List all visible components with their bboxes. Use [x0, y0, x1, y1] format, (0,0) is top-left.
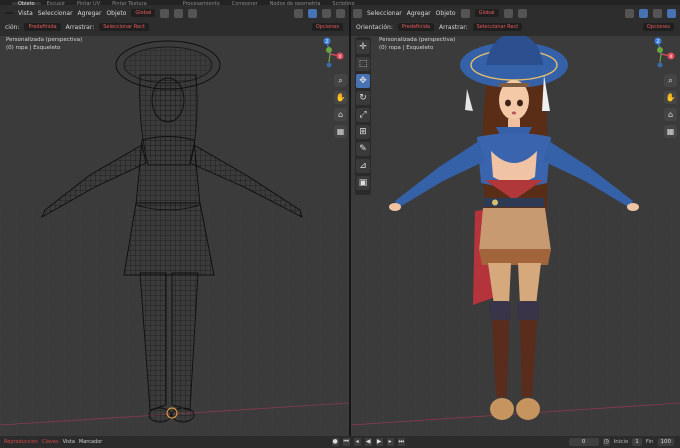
right-menu-seleccionar[interactable]: Seleccionar — [367, 10, 402, 17]
left-orientation-dropdown[interactable]: Predefinida — [24, 23, 61, 31]
end-label: Fin — [645, 439, 654, 445]
viewport-rendered[interactable]: Seleccionar Agregar Objeto Global Orient… — [351, 5, 680, 436]
right-tool-shelf: ✛ ⬚ ✥ ↻ ⤢ ⊞ ✎ ⊿ ▣ — [355, 37, 371, 195]
timeline-view-menu[interactable]: Vista — [63, 439, 75, 445]
select-box-tool-icon[interactable]: ⬚ — [356, 57, 370, 71]
right-orientation-dropdown[interactable]: Predefinida — [397, 23, 434, 31]
wireframe-scene — [0, 40, 349, 436]
left-mode-dropdown[interactable] — [5, 12, 13, 14]
left-options-dropdown[interactable]: Opciones — [311, 23, 343, 31]
start-frame-field[interactable]: 1 — [632, 438, 642, 446]
right-grid-icon[interactable]: ▦ — [664, 125, 677, 138]
right-menu-objeto[interactable]: Objeto — [436, 10, 456, 17]
left-menu-vista[interactable]: Vista — [18, 10, 33, 17]
right-view-tools: ⌕ ✋ ⌂ ▦ — [664, 74, 678, 142]
clock-icon[interactable]: ◷ — [602, 438, 610, 446]
right-pivot-icon[interactable] — [460, 8, 470, 18]
left-pivot-icon[interactable] — [160, 8, 170, 18]
left-camera-icon[interactable]: ⌂ — [334, 108, 347, 121]
right-orientation-label: Orientación: — [356, 23, 393, 31]
left-drag-dropdown[interactable]: Seleccionar Rect — [99, 23, 149, 31]
jump-end-icon[interactable]: ⏭ — [397, 438, 405, 446]
right-zoom-icon[interactable]: ⌕ — [664, 74, 677, 87]
left-transform-dropdown[interactable]: Global — [131, 9, 156, 17]
move-tool-icon[interactable]: ✥ — [356, 74, 370, 88]
prev-key-icon[interactable]: ◂ — [353, 438, 361, 446]
right-visibility-icon[interactable] — [625, 8, 634, 18]
right-drag-dropdown[interactable]: Seleccionar Rect — [472, 23, 523, 31]
end-frame-field[interactable]: 100 — [657, 438, 674, 446]
left-menu-objeto[interactable]: Objeto — [106, 10, 126, 17]
scale-tool-icon[interactable]: ⤢ — [356, 108, 370, 122]
right-editor-type-icon[interactable] — [353, 8, 362, 18]
timeline-bar: Reproducción Claves Vista Marcador ● ⏮ ◂… — [0, 436, 680, 448]
left-navigation-gizmo[interactable]: Z X — [318, 36, 348, 70]
measure-tool-icon[interactable]: ⊿ — [356, 159, 370, 173]
left-pan-hand-icon[interactable]: ✋ — [334, 91, 347, 104]
cursor-tool-icon[interactable]: ✛ — [356, 40, 370, 54]
next-key-icon[interactable]: ▸ — [386, 438, 394, 446]
playback-dropdown[interactable]: Reproducción — [4, 439, 38, 445]
gizmo-neg-z-axis[interactable] — [657, 62, 663, 68]
right-transform-dropdown[interactable]: Global — [474, 9, 499, 17]
left-view-name: Personalizada (perspectiva) — [6, 37, 83, 43]
left-visibility-icon[interactable] — [294, 8, 303, 18]
gizmo-x-label: X — [338, 54, 341, 60]
right-navigation-gizmo[interactable]: Z X — [649, 36, 679, 70]
play-reverse-icon[interactable]: ◀ — [364, 438, 372, 446]
right-object-info: (0) ropa | Esqueleto — [379, 45, 434, 51]
gizmo-y-axis[interactable] — [657, 47, 663, 53]
start-label: Inicio — [613, 439, 629, 445]
gizmo-z-label: Z — [656, 39, 659, 45]
left-zoom-icon[interactable]: ⌕ — [334, 74, 347, 87]
current-frame-field[interactable]: 0 — [568, 438, 599, 446]
right-options-dropdown[interactable]: Opciones — [642, 23, 674, 31]
left-shading-wire-icon[interactable] — [336, 8, 345, 18]
timeline-marker-menu[interactable]: Marcador — [79, 439, 102, 445]
left-menu-agregar[interactable]: Agregar — [78, 10, 102, 17]
left-viewport-header: Vista Seleccionar Agregar Objeto Global … — [0, 5, 349, 36]
gizmo-x-label: X — [669, 54, 672, 60]
right-view-name: Personalizada (perspectiva) — [379, 37, 456, 43]
right-shading-solid-icon[interactable] — [653, 8, 662, 18]
gizmo-neg-z-axis[interactable] — [326, 62, 332, 68]
right-shading-material-icon[interactable] — [667, 8, 676, 18]
right-snap-icon[interactable] — [503, 8, 513, 18]
annotate-tool-icon[interactable]: ✎ — [356, 142, 370, 156]
rotate-tool-icon[interactable]: ↻ — [356, 91, 370, 105]
play-icon[interactable]: ▶ — [375, 438, 383, 446]
left-proportional-icon[interactable] — [188, 8, 198, 18]
record-icon[interactable]: ● — [331, 438, 339, 446]
left-menu-seleccionar[interactable]: Seleccionar — [38, 10, 73, 17]
left-drag-label: Arrastrar: — [65, 23, 95, 31]
right-viewport-header: Seleccionar Agregar Objeto Global Orient… — [351, 5, 680, 36]
right-menu-agregar[interactable]: Agregar — [407, 10, 431, 17]
left-view-tools: ⌕ ✋ ⌂ ▦ — [334, 74, 348, 142]
right-camera-icon[interactable]: ⌂ — [664, 108, 677, 121]
left-object-info: (0) ropa | Esqueleto — [6, 45, 61, 51]
left-grid-icon[interactable]: ▦ — [334, 125, 347, 138]
keying-dropdown[interactable]: Claves — [42, 439, 59, 445]
gizmo-z-label: Z — [325, 39, 328, 45]
left-xray-icon[interactable] — [322, 8, 331, 18]
add-cube-tool-icon[interactable]: ▣ — [356, 176, 370, 190]
transform-tool-icon[interactable]: ⊞ — [356, 125, 370, 139]
left-snap-icon[interactable] — [174, 8, 184, 18]
right-drag-label: Arrastrar: — [439, 23, 468, 31]
left-orientation-label: ción: — [5, 23, 20, 31]
left-overlay-icon[interactable] — [308, 8, 317, 18]
viewport-wireframe[interactable]: Vista Seleccionar Agregar Objeto Global … — [0, 5, 349, 436]
right-overlay-icon[interactable] — [639, 8, 648, 18]
right-proportional-icon[interactable] — [517, 8, 527, 18]
jump-start-icon[interactable]: ⏮ — [342, 438, 350, 446]
rendered-scene — [351, 33, 680, 436]
right-pan-hand-icon[interactable]: ✋ — [664, 91, 677, 104]
gizmo-y-axis[interactable] — [326, 47, 332, 53]
